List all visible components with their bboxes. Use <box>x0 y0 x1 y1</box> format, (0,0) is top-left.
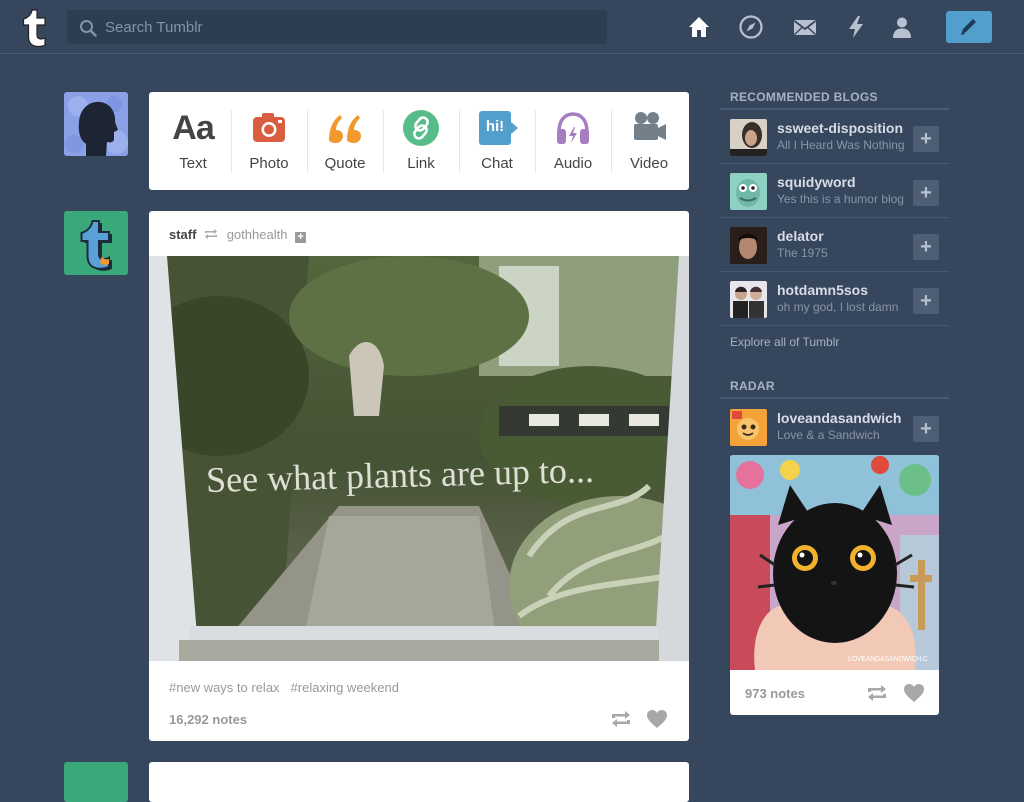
heart-icon[interactable] <box>903 683 925 703</box>
blog-avatar[interactable] <box>730 119 767 156</box>
blog-name: squidyword <box>777 174 856 190</box>
blog-avatar[interactable] <box>730 281 767 318</box>
radar-blog[interactable]: loveandasandwich Love & a Sandwich + <box>720 400 949 454</box>
radar-heading: RADAR <box>730 379 775 393</box>
recommended-blog[interactable]: ssweet-disposition All I Heard Was Nothi… <box>720 110 949 164</box>
reblog-icon[interactable] <box>610 709 632 729</box>
staff-avatar[interactable] <box>64 211 128 275</box>
reblogged-from-link[interactable]: gothhealth <box>227 227 288 242</box>
reblog-small-icon <box>205 229 218 239</box>
radar-post-photo[interactable] <box>730 455 939 670</box>
blog-description: The 1975 <box>777 246 828 260</box>
text-icon: Aa <box>172 109 214 147</box>
post-type-audio[interactable]: Audio <box>535 92 611 190</box>
blog-name: delator <box>777 228 824 244</box>
recommended-blogs-heading: RECOMMENDED BLOGS <box>730 90 878 104</box>
tumblr-t-avatar-icon <box>64 211 128 275</box>
explore-tumblr-link[interactable]: Explore all of Tumblr <box>730 335 839 349</box>
compass-icon[interactable] <box>738 14 764 40</box>
quote-icon <box>329 115 361 143</box>
post-author-link[interactable]: staff <box>169 227 196 242</box>
person-icon[interactable] <box>889 14 915 40</box>
tag-link[interactable]: #relaxing weekend <box>291 680 399 695</box>
post-type-text-label: Text <box>179 155 207 172</box>
compose-button[interactable] <box>946 11 992 43</box>
follow-blog-button[interactable]: + <box>913 288 939 314</box>
next-post-avatar[interactable] <box>64 762 128 802</box>
heart-icon[interactable] <box>646 709 668 729</box>
recommended-blog[interactable]: squidyword Yes this is a humor blog + <box>720 164 949 218</box>
camera-icon <box>253 113 285 142</box>
radar-notes-count[interactable]: 973 notes <box>745 686 805 701</box>
blog-description: Yes this is a humor blog <box>777 192 904 206</box>
post-type-link-label: Link <box>407 155 435 172</box>
post-type-chat-label: Chat <box>481 155 513 172</box>
blog-avatar[interactable] <box>730 173 767 210</box>
search-icon <box>80 20 97 37</box>
follow-plus-icon[interactable]: + <box>295 232 307 243</box>
radar-post: LOVEANDASANDWICH.C 973 notes <box>730 455 939 715</box>
blog-name: hotdamn5sos <box>777 282 869 298</box>
follow-blog-button[interactable]: + <box>913 126 939 152</box>
video-camera-icon <box>634 112 666 140</box>
dashboard-post: staff gothhealth + See what plants are u… <box>149 211 689 741</box>
post-type-text[interactable]: Aa Text <box>155 92 231 190</box>
next-post <box>149 762 689 802</box>
user-avatar[interactable] <box>64 92 128 156</box>
search-input[interactable] <box>105 10 595 44</box>
post-type-audio-label: Audio <box>553 155 593 172</box>
recommended-blog[interactable]: delator The 1975 + <box>720 218 949 272</box>
post-type-quote-label: Quote <box>324 155 366 172</box>
photo-watermark: LOVEANDASANDWICH.C <box>848 656 928 663</box>
blog-name: ssweet-disposition <box>777 120 904 136</box>
post-type-chat[interactable]: hi! Chat <box>459 92 535 190</box>
post-type-photo-label: Photo <box>249 155 289 172</box>
post-type-quote[interactable]: Quote <box>307 92 383 190</box>
post-tags: #new ways to relax #relaxing weekend <box>169 680 410 695</box>
blog-name: loveandasandwich <box>777 410 902 426</box>
mail-icon[interactable] <box>792 14 818 40</box>
search-bar[interactable] <box>67 10 607 44</box>
tag-link[interactable]: #new ways to relax <box>169 680 280 695</box>
pencil-icon <box>961 19 976 35</box>
default-avatar-silhouette-icon <box>64 92 128 156</box>
lightning-icon[interactable] <box>843 14 869 40</box>
blog-avatar[interactable] <box>730 227 767 264</box>
post-type-link[interactable]: Link <box>383 92 459 190</box>
post-notes-count[interactable]: 16,292 notes <box>169 712 247 727</box>
home-icon[interactable] <box>686 14 712 40</box>
blog-description: All I Heard Was Nothing <box>777 138 905 152</box>
tumblr-logo-icon[interactable] <box>16 7 52 47</box>
follow-blog-button[interactable]: + <box>913 180 939 206</box>
divider <box>720 397 949 399</box>
post-type-bar: Aa Text Photo Quote Link hi! Chat Audio … <box>149 92 689 190</box>
post-header: staff gothhealth + <box>169 227 307 243</box>
follow-blog-button[interactable]: + <box>913 234 939 260</box>
top-navigation-bar <box>0 0 1024 54</box>
blog-description: Love & a Sandwich <box>777 428 880 442</box>
follow-blog-button[interactable]: + <box>913 416 939 442</box>
blog-avatar[interactable] <box>730 409 767 446</box>
headphones-icon <box>557 112 589 144</box>
post-type-video[interactable]: Video <box>611 92 687 190</box>
post-type-video-label: Video <box>629 155 669 172</box>
blog-description: oh my god, I lost damn <box>777 300 899 314</box>
recommended-blog[interactable]: hotdamn5sos oh my god, I lost damn + <box>720 272 949 326</box>
link-icon <box>403 110 439 146</box>
post-type-photo[interactable]: Photo <box>231 92 307 190</box>
chat-icon-text: hi! <box>485 118 505 135</box>
reblog-icon[interactable] <box>866 683 888 703</box>
